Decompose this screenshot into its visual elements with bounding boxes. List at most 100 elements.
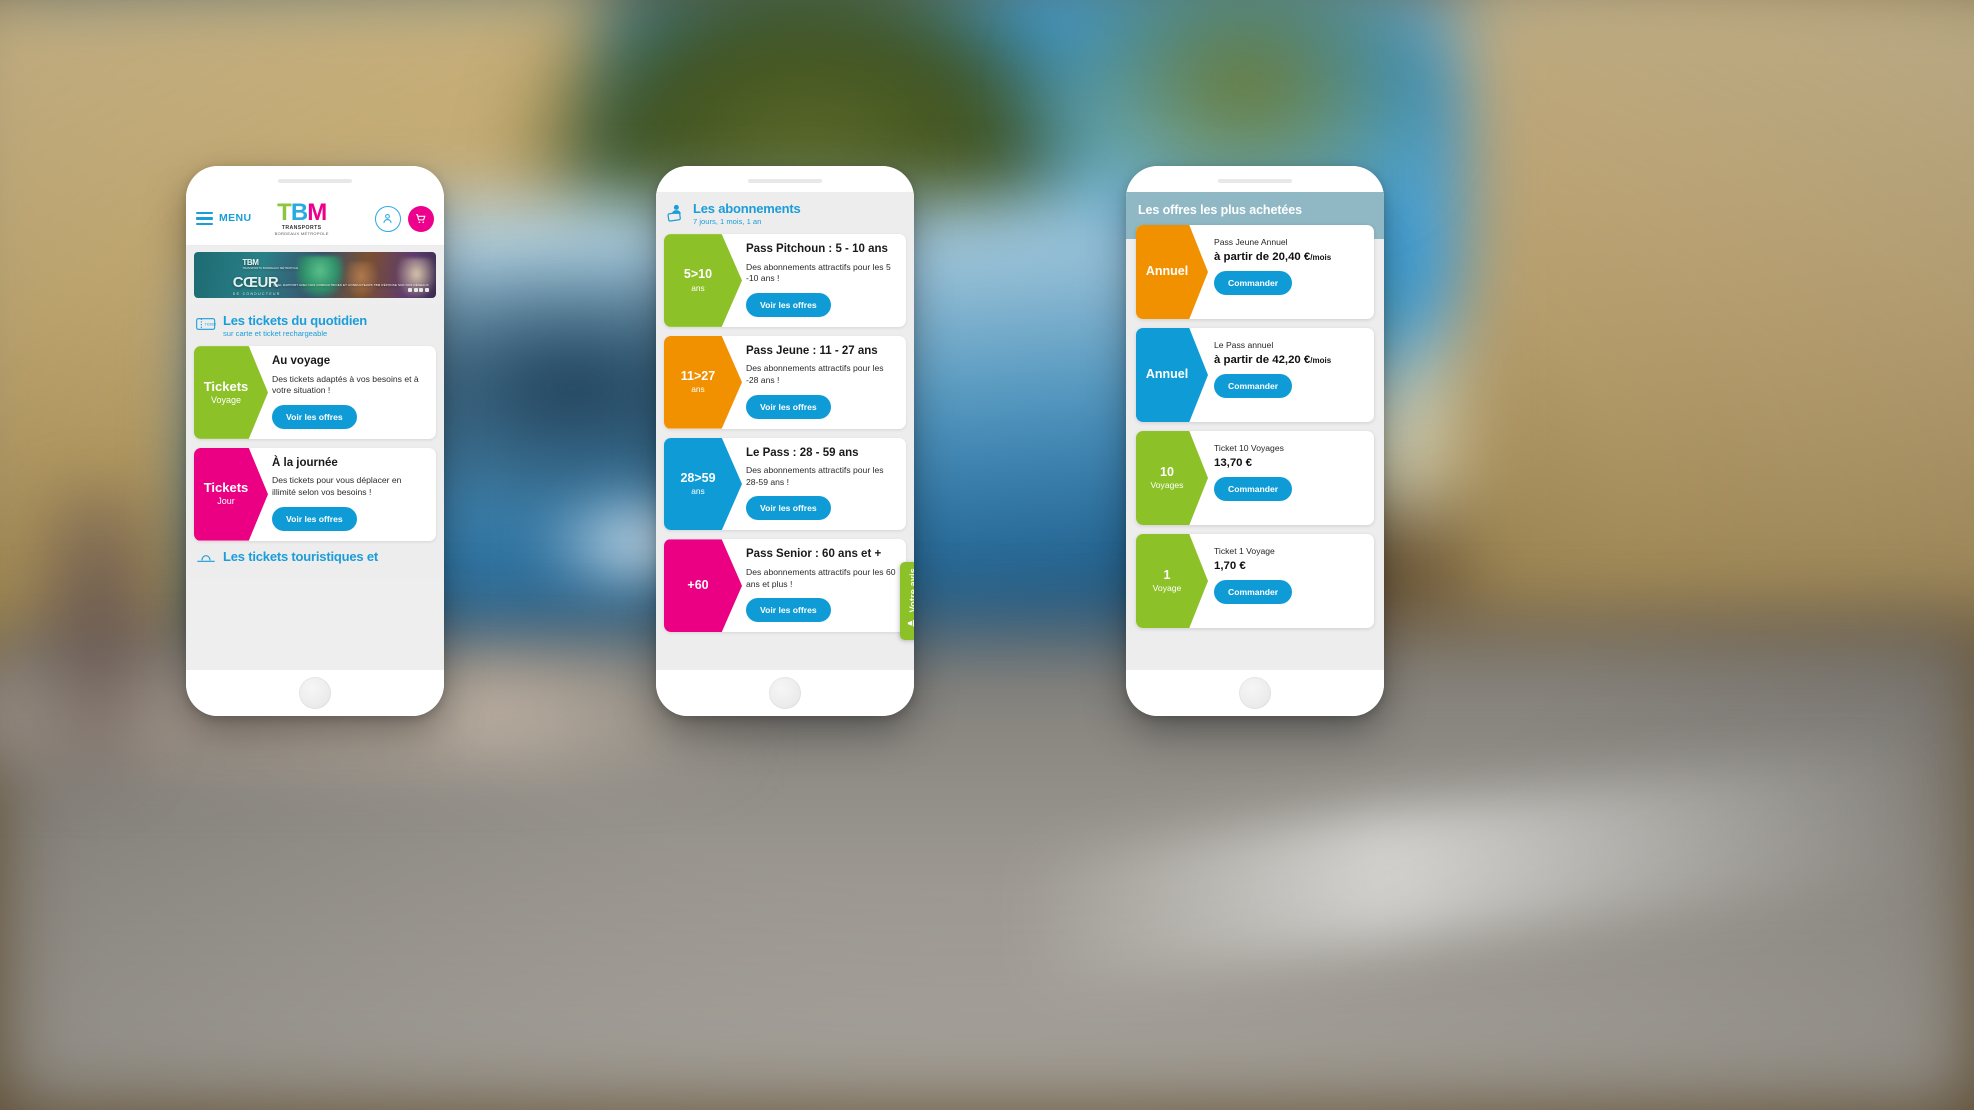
phone-screen-middle: Les abonnements 7 jours, 1 mois, 1 an 5>… (656, 192, 914, 670)
price-unit: /mois (1310, 252, 1332, 262)
offer-card-description: Des tickets adaptés à vos besoins et à v… (272, 373, 419, 396)
section-title-group: Les tickets du quotidien sur carte et ti… (223, 314, 367, 338)
phone-bottom-bezel (656, 670, 914, 716)
purchase-card-name: Ticket 1 Voyage (1214, 546, 1275, 556)
user-icon (383, 213, 393, 223)
most-purchased-title: Les offres les plus achetées (1138, 203, 1302, 217)
price-value: à partir de 20,40 € (1214, 250, 1311, 263)
flag-main-label: 10 (1160, 464, 1174, 479)
purchase-card-price: 13,70 € (1214, 457, 1364, 469)
phone-mockup-right: Les offres les plus achetées Annuel Pass… (1126, 166, 1384, 716)
phone-mockup-middle: Les abonnements 7 jours, 1 mois, 1 an 5>… (656, 166, 914, 716)
subscription-card[interactable]: 5>10 ans Pass Pitchoun : 5 - 10 ans Des … (664, 234, 906, 327)
offer-card[interactable]: Tickets Voyage Au voyage Des tickets ada… (194, 346, 436, 439)
flag-main-label: 5>10 (683, 267, 713, 282)
flag-sub-label: ans (691, 486, 705, 497)
hamburger-icon (196, 211, 213, 226)
promo-banner[interactable]: TBM TRANSPORTS BORDEAUX MÉTROPOLE CŒUR D… (194, 252, 436, 298)
subscription-card-body: Pass Pitchoun : 5 - 10 ans Des abonnemen… (742, 234, 906, 327)
logo-letter-b: B (290, 199, 308, 227)
offer-card-body: À la journée Des tickets pour vous dépla… (268, 448, 436, 541)
see-offers-button[interactable]: Voir les offres (746, 394, 831, 419)
price-value: 1,70 € (1214, 559, 1246, 572)
flag-sub-label: Voyage (1152, 583, 1182, 594)
phone-mockup-left: MENU TBM TRANSPORTS BORDEAUX MÉTROPOLE T… (186, 166, 444, 716)
offer-card-flag: Tickets Voyage (194, 346, 268, 439)
offer-card-title: À la journée (272, 456, 338, 469)
purchase-card[interactable]: Annuel Pass Jeune Annuel à partir de 20,… (1136, 225, 1374, 319)
order-button[interactable]: Commander (1214, 373, 1293, 398)
flag-main-label: Annuel (1145, 263, 1189, 278)
section-title-group: Les abonnements 7 jours, 1 mois, 1 an (693, 202, 801, 226)
menu-label: MENU (219, 212, 252, 225)
logo-subtitle-metropole: BORDEAUX MÉTROPOLE (274, 230, 329, 236)
order-button[interactable]: Commander (1214, 579, 1293, 604)
flag-main-label: 11>27 (680, 368, 716, 383)
subscription-card-description: Des abonnements attractifs pour les 60 a… (746, 566, 896, 589)
purchase-card-body: Le Pass annuel à partir de 42,20 €/mois … (1208, 328, 1374, 422)
flag-sub-label: Jour (217, 496, 235, 507)
flag-sub-label: ans (691, 384, 705, 395)
subscription-card-description: Des abonnements attractifs pour les -28 … (746, 363, 884, 386)
flag-sub-label: ans (691, 282, 705, 293)
shopping-cart-button[interactable] (407, 205, 434, 232)
section-subtitle: 7 jours, 1 mois, 1 an (693, 217, 762, 227)
purchase-card[interactable]: Annuel Le Pass annuel à partir de 42,20 … (1136, 328, 1374, 422)
user-account-button[interactable] (374, 205, 401, 232)
section-header-daily-tickets: TICKET Les tickets du quotidien sur cart… (194, 314, 436, 338)
section-subtitle: sur carte et ticket rechargeable (223, 329, 328, 339)
hat-icon (196, 552, 216, 570)
see-offers-button[interactable]: Voir les offres (746, 292, 831, 317)
purchase-card-price: à partir de 20,40 €/mois (1214, 251, 1364, 263)
header-actions (374, 205, 434, 232)
logo-letter-t: T (277, 199, 292, 227)
section-header-tourist-tickets: Les tickets touristiques et (194, 548, 436, 570)
see-offers-button[interactable]: Voir les offres (746, 496, 831, 521)
site-header: MENU TBM TRANSPORTS BORDEAUX MÉTROPOLE (186, 192, 444, 246)
subscription-card[interactable]: 11>27 ans Pass Jeune : 11 - 27 ans Des a… (664, 335, 906, 429)
subscription-card-description: Des abonnements attractifs pour les 5 -1… (746, 261, 891, 284)
see-offers-button[interactable]: Voir les offres (272, 404, 357, 429)
banner-brand-subtext: TRANSPORTS BORDEAUX MÉTROPOLE (242, 266, 299, 270)
phone-speaker (748, 179, 822, 183)
banner-tagline-text: QUEL RAPPORT AVEC NOS CONDUCTRICES ET CO… (273, 282, 429, 287)
purchase-card-flag: 10 Voyages (1136, 431, 1208, 525)
tbm-logo[interactable]: TBM TRANSPORTS BORDEAUX MÉTROPOLE (275, 201, 329, 236)
home-button[interactable] (299, 677, 331, 709)
flag-main-label: +60 (687, 577, 709, 592)
purchase-card-flag: Annuel (1136, 225, 1208, 319)
purchase-card-name: Ticket 10 Voyages (1214, 443, 1284, 453)
subscription-card-title: Pass Senior : 60 ans et + (746, 548, 882, 561)
home-button[interactable] (1239, 677, 1271, 709)
subscription-card-body: Pass Jeune : 11 - 27 ans Des abonnements… (742, 336, 906, 429)
banner-title-text: CŒUR (232, 274, 279, 292)
feedback-tab[interactable]: Votre avis (900, 562, 914, 640)
phone-screen-left: MENU TBM TRANSPORTS BORDEAUX MÉTROPOLE T… (186, 192, 444, 670)
subscription-card[interactable]: 28>59 ans Le Pass : 28 - 59 ans Des abon… (664, 437, 906, 531)
purchase-card-name: Le Pass annuel (1214, 340, 1274, 350)
home-button[interactable] (769, 677, 801, 709)
phone-bottom-bezel (186, 670, 444, 716)
see-offers-button[interactable]: Voir les offres (272, 506, 357, 531)
flag-main-label: Tickets (203, 480, 249, 496)
see-offers-button[interactable]: Voir les offres (746, 598, 831, 623)
subscription-card-flag: 28>59 ans (664, 437, 742, 531)
subscription-card-title: Le Pass : 28 - 59 ans (746, 446, 859, 459)
offer-card[interactable]: Tickets Jour À la journée Des tickets po… (194, 447, 436, 541)
purchase-card[interactable]: 1 Voyage Ticket 1 Voyage 1,70 € Commande… (1136, 534, 1374, 628)
flag-main-label: 1 (1163, 567, 1171, 582)
offer-card-flag: Tickets Jour (194, 447, 268, 541)
section-title: Les tickets touristiques et (223, 548, 378, 564)
order-button[interactable]: Commander (1214, 270, 1293, 295)
banner-brand: TBM TRANSPORTS BORDEAUX MÉTROPOLE (242, 258, 298, 270)
purchase-card[interactable]: 10 Voyages Ticket 10 Voyages 13,70 € Com… (1136, 431, 1374, 525)
purchase-card-flag: Annuel (1136, 328, 1208, 422)
purchase-card-body: Ticket 1 Voyage 1,70 € Commander (1208, 534, 1374, 628)
svg-text:TICKET: TICKET (205, 323, 216, 327)
subscription-card-flag: 5>10 ans (664, 234, 742, 327)
order-button[interactable]: Commander (1214, 476, 1293, 501)
menu-button[interactable]: MENU (196, 211, 252, 226)
subscription-person-icon (666, 204, 686, 222)
daily-tickets-section: TICKET Les tickets du quotidien sur cart… (186, 304, 444, 578)
subscription-card[interactable]: +60 Pass Senior : 60 ans et + Des abonne… (664, 539, 906, 633)
